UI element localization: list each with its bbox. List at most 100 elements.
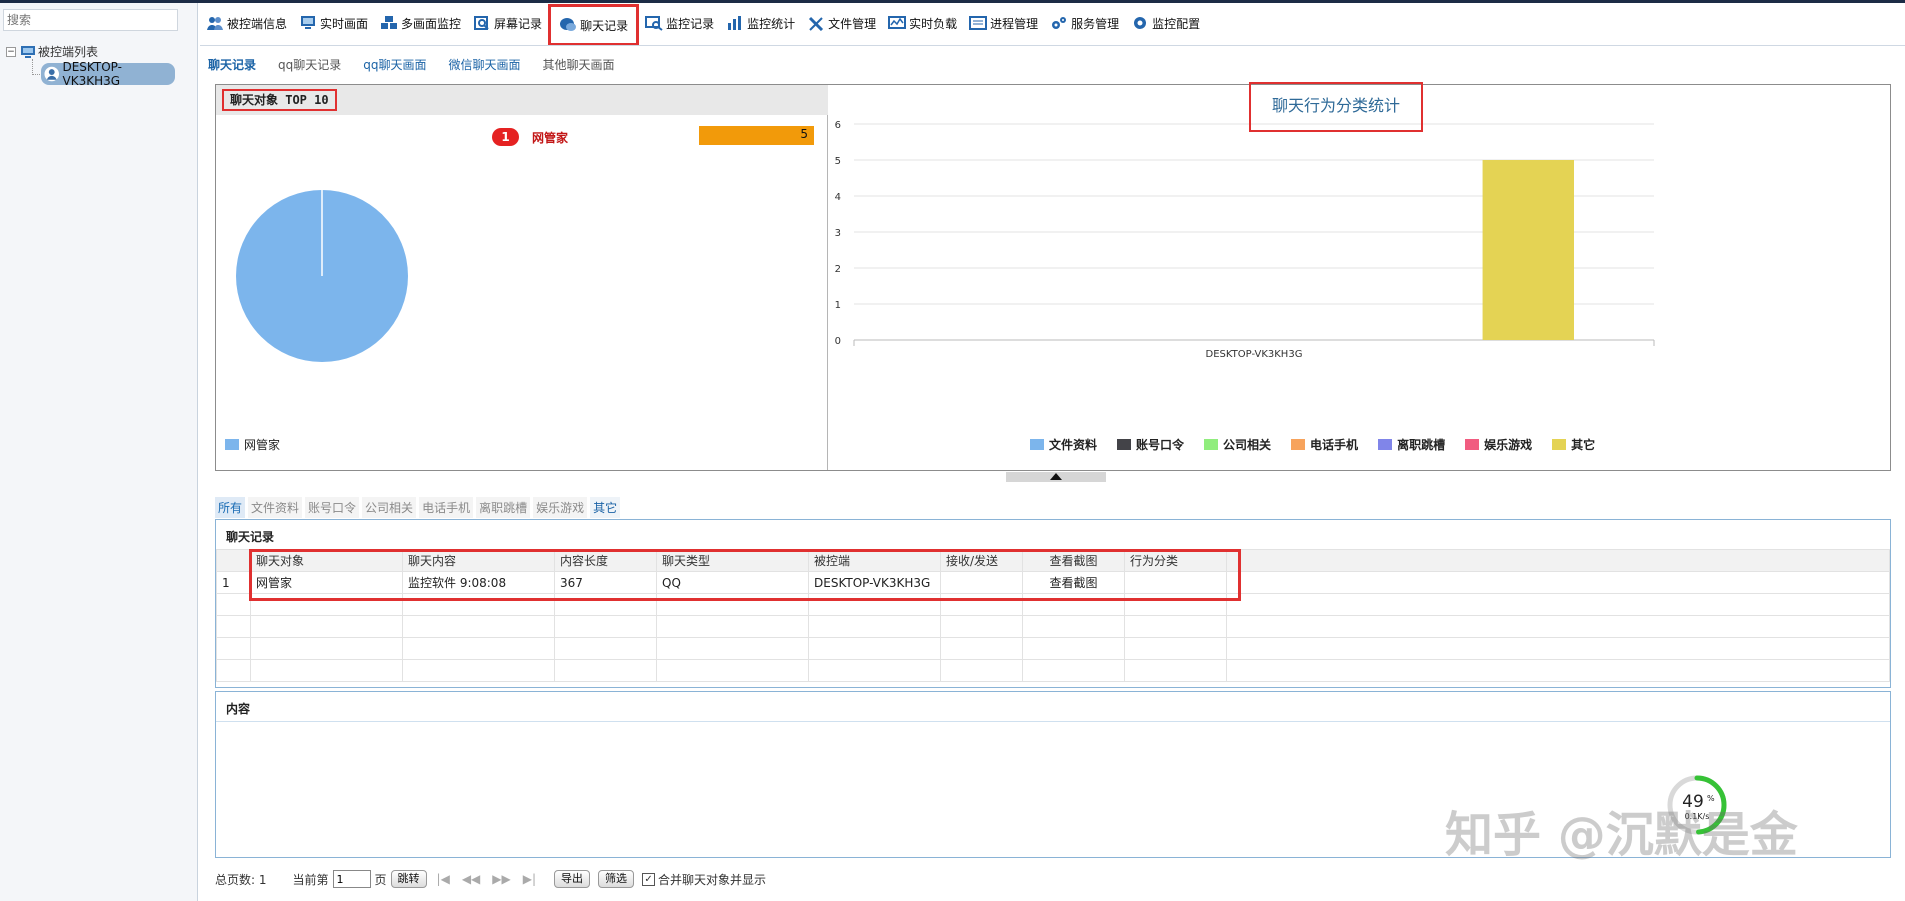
legend-item[interactable]: 离职跳槽 (1378, 436, 1445, 453)
filter-button[interactable]: 筛选 (598, 870, 635, 888)
next-page-icon[interactable]: ▶▶ (492, 872, 510, 886)
last-page-icon[interactable]: ▶| (523, 872, 536, 886)
top10-panel: 聊天对象 TOP 10 1 网管家 5 网管家 (216, 85, 828, 470)
computer-list-icon (21, 45, 35, 58)
chart-bar (1482, 160, 1574, 340)
filter-phone[interactable]: 电话手机 (419, 497, 474, 518)
cell-client: DESKTOP-VK3KH3G (808, 571, 941, 594)
collapse-icon[interactable]: − (6, 46, 16, 57)
col-content-length[interactable]: 内容长度 (554, 549, 657, 572)
toolbar-monitor-log[interactable]: 监控记录 (639, 8, 720, 38)
row-num: 1 (216, 571, 251, 594)
toolbar-service-manager[interactable]: 服务管理 (1044, 8, 1125, 38)
y-tick-label: 2 (835, 264, 841, 275)
jump-button[interactable]: 跳转 (390, 870, 427, 888)
export-button[interactable]: 导出 (554, 870, 591, 888)
empty-row (216, 615, 1890, 638)
col-client[interactable]: 被控端 (808, 549, 941, 572)
monitor-icon (299, 15, 317, 31)
toolbar-process-manager[interactable]: 进程管理 (963, 8, 1044, 38)
tree-item-label: DESKTOP-VK3KH3G (62, 60, 122, 88)
splitter-handle[interactable] (1006, 472, 1106, 482)
filter-accounts[interactable]: 账号口令 (305, 497, 360, 518)
legend-label: 文件资料 (1049, 438, 1098, 452)
tree-root[interactable]: − 被控端列表 (6, 43, 98, 60)
legend-item[interactable]: 电话手机 (1291, 436, 1358, 453)
filter-files[interactable]: 文件资料 (248, 497, 303, 518)
prev-page-icon[interactable]: ◀◀ (462, 872, 480, 886)
col-chat-content[interactable]: 聊天内容 (402, 549, 555, 572)
page-number-input[interactable] (332, 870, 371, 888)
tab-other-chat-screen[interactable]: 其他聊天画面 (543, 56, 615, 73)
empty-row (216, 593, 1890, 616)
legend-item[interactable]: 公司相关 (1204, 436, 1271, 453)
tab-chat-record[interactable]: 聊天记录 (208, 56, 256, 73)
col-direction[interactable]: 接收/发送 (940, 549, 1023, 572)
y-tick-label: 5 (835, 156, 841, 167)
y-tick-label: 6 (835, 120, 841, 131)
filter-all[interactable]: 所有 (215, 497, 246, 518)
top10-header: 聊天对象 TOP 10 (216, 85, 828, 115)
statistics-panel: 聊天对象 TOP 10 1 网管家 5 网管家 0 1 2 3 4 5 6 DESKTOP-V… (215, 82, 1891, 471)
tree-connector (32, 59, 40, 75)
category-filters: 所有 文件资料 账号口令 公司相关 电话手机 离职跳槽 娱乐游戏 其它 (215, 497, 623, 518)
cell-chat-target: 网管家 (250, 571, 403, 594)
toolbar-screen-record[interactable]: 屏幕记录 (467, 8, 548, 38)
x-tick-label: DESKTOP-VK3KH3G (1206, 349, 1303, 360)
pie-legend: 网管家 (225, 436, 280, 453)
col-chat-type[interactable]: 聊天类型 (656, 549, 809, 572)
cell-category (1124, 571, 1227, 594)
legend-swatch (1465, 439, 1480, 450)
col-chat-target[interactable]: 聊天对象 (250, 549, 403, 572)
legend-swatch (225, 439, 239, 450)
table-row[interactable]: 1 网管家 监控软件 9:08:08 367 QQ DESKTOP-VK3KH3… (216, 571, 1890, 594)
toolbar-realtime-load[interactable]: 实时负载 (882, 8, 963, 38)
rank-bar: 5 (699, 126, 814, 145)
cell-filler (1226, 571, 1890, 594)
tree-root-label: 被控端列表 (38, 45, 99, 59)
toolbar-monitor-config[interactable]: 监控配置 (1125, 8, 1206, 38)
load-icon (888, 15, 907, 31)
tab-qq-chat-record[interactable]: qq聊天记录 (278, 56, 341, 73)
legend-item[interactable]: 娱乐游戏 (1465, 436, 1532, 453)
filter-company[interactable]: 公司相关 (362, 497, 417, 518)
content-title: 内容 (226, 702, 251, 716)
col-category[interactable]: 行为分类 (1124, 549, 1227, 572)
service-icon (1050, 15, 1068, 31)
first-page-icon[interactable]: |◀ (437, 872, 450, 886)
filter-job-change[interactable]: 离职跳槽 (476, 497, 531, 518)
rank-badge: 1 (492, 128, 519, 146)
legend-swatch (1552, 439, 1567, 450)
chat-record-grid: 聊天记录 聊天对象 聊天内容 内容长度 聊天类型 被控端 接收/发送 查看截图 … (215, 519, 1891, 688)
legend-item[interactable]: 账号口令 (1117, 436, 1184, 453)
process-icon (969, 15, 988, 31)
view-screenshot-link[interactable]: 查看截图 (1022, 571, 1125, 594)
filter-games[interactable]: 娱乐游戏 (533, 497, 588, 518)
toolbar-multi-screen[interactable]: 多画面监控 (374, 8, 467, 38)
monitor-log-icon (645, 15, 663, 31)
chart-title: 聊天行为分类统计 (1249, 82, 1423, 132)
toolbar-monitor-stats[interactable]: 监控统计 (720, 8, 801, 38)
toolbar-file-manager[interactable]: 文件管理 (801, 8, 882, 38)
legend-swatch (1291, 439, 1306, 450)
tab-qq-chat-screen[interactable]: qq聊天画面 (363, 56, 426, 73)
watermark: 知乎 @沉默是金 (1445, 807, 1798, 863)
tree-item-desktop[interactable]: DESKTOP-VK3KH3G (41, 60, 175, 88)
collapse-up-icon[interactable] (1050, 473, 1062, 480)
legend-item[interactable]: 文件资料 (1030, 436, 1097, 453)
search-input[interactable] (3, 9, 178, 31)
legend-item[interactable]: 其它 (1552, 436, 1595, 453)
legend-swatch (1204, 439, 1219, 450)
screen-record-icon (473, 15, 491, 31)
tab-wechat-chat-screen[interactable]: 微信聊天画面 (449, 56, 521, 73)
toolbar-chat-record[interactable]: 聊天记录 (548, 4, 640, 46)
legend-label: 公司相关 (1223, 438, 1272, 452)
merge-checkbox[interactable]: ✓ (642, 872, 656, 886)
toolbar-live-screen[interactable]: 实时画面 (293, 8, 374, 38)
chat-table: 聊天对象 聊天内容 内容长度 聊天类型 被控端 接收/发送 查看截图 行为分类 … (216, 549, 1890, 682)
pie-chart (236, 190, 408, 362)
filter-other[interactable]: 其它 (590, 497, 621, 518)
toolbar-client-info[interactable]: 被控端信息 (200, 8, 293, 38)
col-screenshot[interactable]: 查看截图 (1022, 549, 1125, 572)
pie-legend-label: 网管家 (244, 438, 281, 452)
